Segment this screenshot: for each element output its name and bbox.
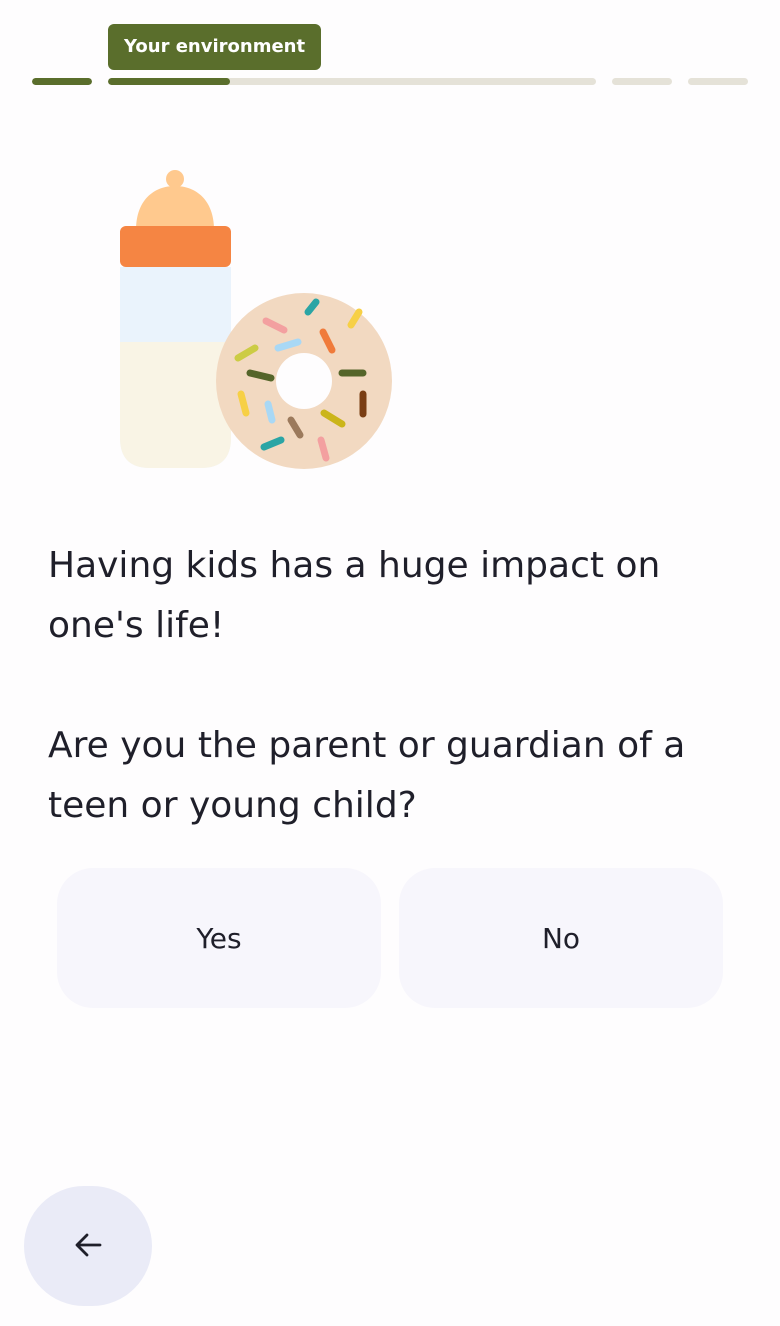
illustration	[110, 160, 410, 480]
progress-bar: Your environment	[0, 0, 780, 100]
question-block: Having kids has a huge impact on one's l…	[48, 536, 748, 836]
progress-segment-3	[612, 78, 672, 85]
question-intro: Having kids has a huge impact on one's l…	[48, 545, 661, 646]
arrow-left-icon	[73, 1230, 103, 1263]
no-button[interactable]: No	[399, 868, 723, 1008]
progress-segment-2	[108, 78, 596, 85]
question-prompt: Are you the parent or guardian of a teen…	[48, 725, 686, 826]
progress-segment-1	[32, 78, 92, 85]
baby-bottle-icon	[120, 170, 231, 468]
yes-button[interactable]: Yes	[57, 868, 381, 1008]
progress-segment-2-fill	[108, 78, 230, 85]
progress-segment-4	[688, 78, 748, 85]
back-button[interactable]	[24, 1186, 152, 1306]
sprinkled-donut-icon	[216, 293, 392, 469]
progress-segment-1-fill	[32, 78, 92, 85]
current-step-badge: Your environment	[108, 24, 322, 70]
